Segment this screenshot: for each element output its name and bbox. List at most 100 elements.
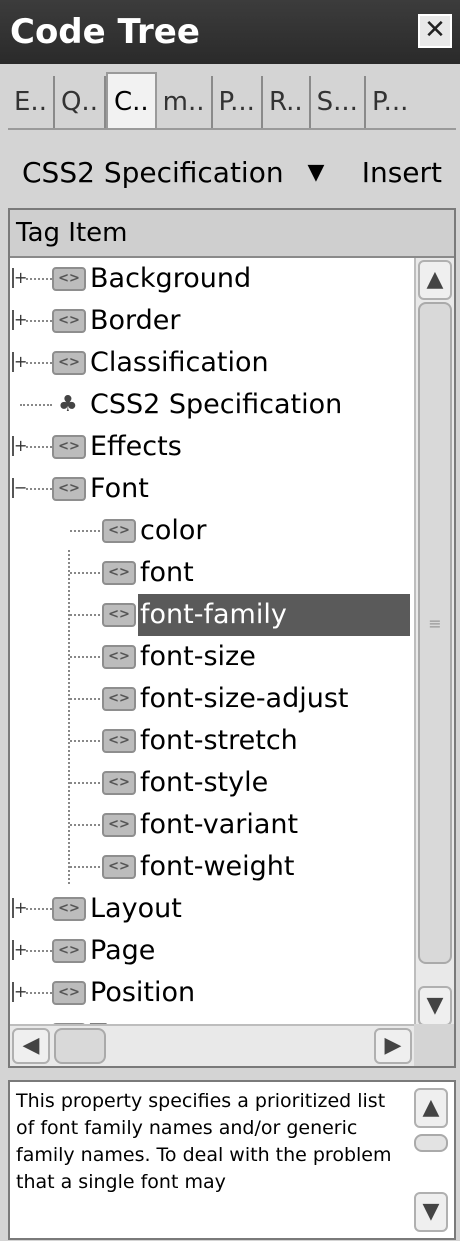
tree-connector [26, 950, 52, 952]
tree-item-label: Layout [90, 893, 182, 924]
collapse-icon[interactable]: − [12, 478, 27, 498]
tag-icon: <> [52, 309, 86, 333]
tab-s[interactable]: S... [311, 76, 366, 128]
tree-item-border[interactable]: + <> Border [10, 300, 410, 342]
spec-dropdown-value: CSS2 Specification [22, 156, 284, 189]
tree-connector [70, 698, 100, 700]
expand-icon[interactable]: + [12, 940, 27, 960]
tree-item-label: CSS2 Specification [90, 389, 343, 420]
tree-connector [26, 320, 52, 322]
tree-item-color[interactable]: <> color [10, 510, 410, 552]
close-icon[interactable]: ✕ [418, 14, 452, 48]
tree-connector [26, 908, 52, 910]
tree-item-label: font-family [140, 599, 287, 630]
tab-p[interactable]: P... [213, 76, 263, 128]
tree-item-font-style[interactable]: <> font-style [10, 762, 410, 804]
description-text: This property specifies a prioritized li… [16, 1090, 392, 1193]
chevron-down-icon[interactable]: ▼ [296, 148, 336, 198]
scroll-right-icon[interactable]: ▶ [374, 1028, 412, 1064]
tree-item-label: color [140, 515, 207, 546]
tab-r[interactable]: R.. [263, 76, 311, 128]
horizontal-scroll-thumb[interactable] [54, 1028, 106, 1064]
tree-item-label: font-stretch [140, 725, 298, 756]
scroll-down-icon[interactable]: ▼ [418, 986, 452, 1026]
grip-icon: ≡ [428, 614, 442, 633]
tree-item-layout[interactable]: + <> Layout [10, 888, 410, 930]
tree-item-background[interactable]: + <> Background [10, 258, 410, 300]
scroll-down-icon[interactable]: ▼ [414, 1192, 448, 1232]
tree-item-label: font-weight [140, 851, 295, 882]
scroll-thumb[interactable]: ≡ [418, 302, 452, 964]
scroll-up-icon[interactable]: ▲ [418, 260, 452, 300]
spec-dropdown[interactable]: CSS2 Specification ▼ [22, 148, 336, 198]
panel-title-bar: Code Tree ✕ [0, 0, 460, 64]
tree-horizontal-scrollbar[interactable]: ◀ ▶ [10, 1024, 414, 1066]
tag-icon: <> [52, 351, 86, 375]
tab-e[interactable]: E.. [8, 76, 55, 128]
tree-item-page[interactable]: + <> Page [10, 930, 410, 972]
expand-icon[interactable]: + [12, 310, 27, 330]
tree-item-label: font [140, 557, 194, 588]
tree-item-font-size-adjust[interactable]: <> font-size-adjust [10, 678, 410, 720]
tree-item-label: font-size [140, 641, 256, 672]
tree-item-label: Classification [90, 347, 269, 378]
expand-icon[interactable]: + [12, 982, 27, 1002]
tab-c[interactable]: C.. [105, 72, 157, 128]
tag-icon: <> [52, 435, 86, 459]
tag-icon: <> [52, 477, 86, 501]
insert-button[interactable]: Insert [362, 148, 442, 198]
column-header[interactable]: Tag Item [10, 210, 454, 258]
tree-item-label: font-variant [140, 809, 299, 840]
expand-icon[interactable]: + [12, 352, 27, 372]
tree-item-label: Effects [90, 431, 182, 462]
scroll-thumb[interactable] [414, 1134, 448, 1152]
tree-connector [70, 614, 100, 616]
tag-icon: <> [102, 519, 136, 543]
scrollbar-corner [414, 1024, 454, 1066]
tree-item-label: Border [90, 305, 181, 336]
tree-item-font-stretch[interactable]: <> font-stretch [10, 720, 410, 762]
tab-m[interactable]: m.. [157, 76, 213, 128]
tree-panel: Tag Item + <> Background + <> Border + <… [8, 208, 456, 1068]
structure-icon: ♣ [58, 392, 78, 417]
tree-connector [70, 824, 100, 826]
tree-item-font[interactable]: − <> Font [10, 468, 410, 510]
tag-icon: <> [102, 729, 136, 753]
tree-connector [26, 992, 52, 994]
expand-icon[interactable]: + [12, 436, 27, 456]
tree-item-label: Page [90, 935, 156, 966]
tree-item-css2-specification[interactable]: ♣ CSS2 Specification [10, 384, 410, 426]
tree-view[interactable]: + <> Background + <> Border + <> Classif… [10, 258, 410, 1028]
tree-item-font-family[interactable]: <> font-family [10, 594, 410, 636]
tree-item-position[interactable]: + <> Position [10, 972, 410, 1014]
tree-connector [70, 740, 100, 742]
tree-item-font-prop[interactable]: <> font [10, 552, 410, 594]
description-panel: This property specifies a prioritized li… [8, 1080, 456, 1240]
tree-item-font-size[interactable]: <> font-size [10, 636, 410, 678]
tree-item-classification[interactable]: + <> Classification [10, 342, 410, 384]
description-scrollbar[interactable]: ▲ ▼ [410, 1082, 454, 1238]
tag-icon: <> [102, 855, 136, 879]
tag-icon: <> [102, 687, 136, 711]
expand-icon[interactable]: + [12, 268, 27, 288]
tag-icon: <> [102, 561, 136, 585]
tree-item-effects[interactable]: + <> Effects [10, 426, 410, 468]
tree-connector [70, 782, 100, 784]
tree-connector [26, 278, 52, 280]
tree-item-label: font-size-adjust [140, 683, 349, 714]
tag-icon: <> [102, 645, 136, 669]
tree-item-font-weight[interactable]: <> font-weight [10, 846, 410, 888]
tree-connector [20, 404, 52, 406]
tree-item-label: Font [90, 473, 149, 504]
tree-item-font-variant[interactable]: <> font-variant [10, 804, 410, 846]
tree-vertical-scrollbar[interactable]: ▲ ≡ ▼ [414, 258, 454, 1028]
tab-q[interactable]: Q.. [55, 76, 106, 128]
scroll-left-icon[interactable]: ◀ [12, 1028, 50, 1064]
tab-p2[interactable]: P... [366, 76, 414, 128]
scroll-up-icon[interactable]: ▲ [414, 1088, 448, 1128]
tree-connector [70, 572, 100, 574]
tag-icon: <> [52, 267, 86, 291]
tag-icon: <> [52, 939, 86, 963]
tag-icon: <> [52, 981, 86, 1005]
expand-icon[interactable]: + [12, 898, 27, 918]
